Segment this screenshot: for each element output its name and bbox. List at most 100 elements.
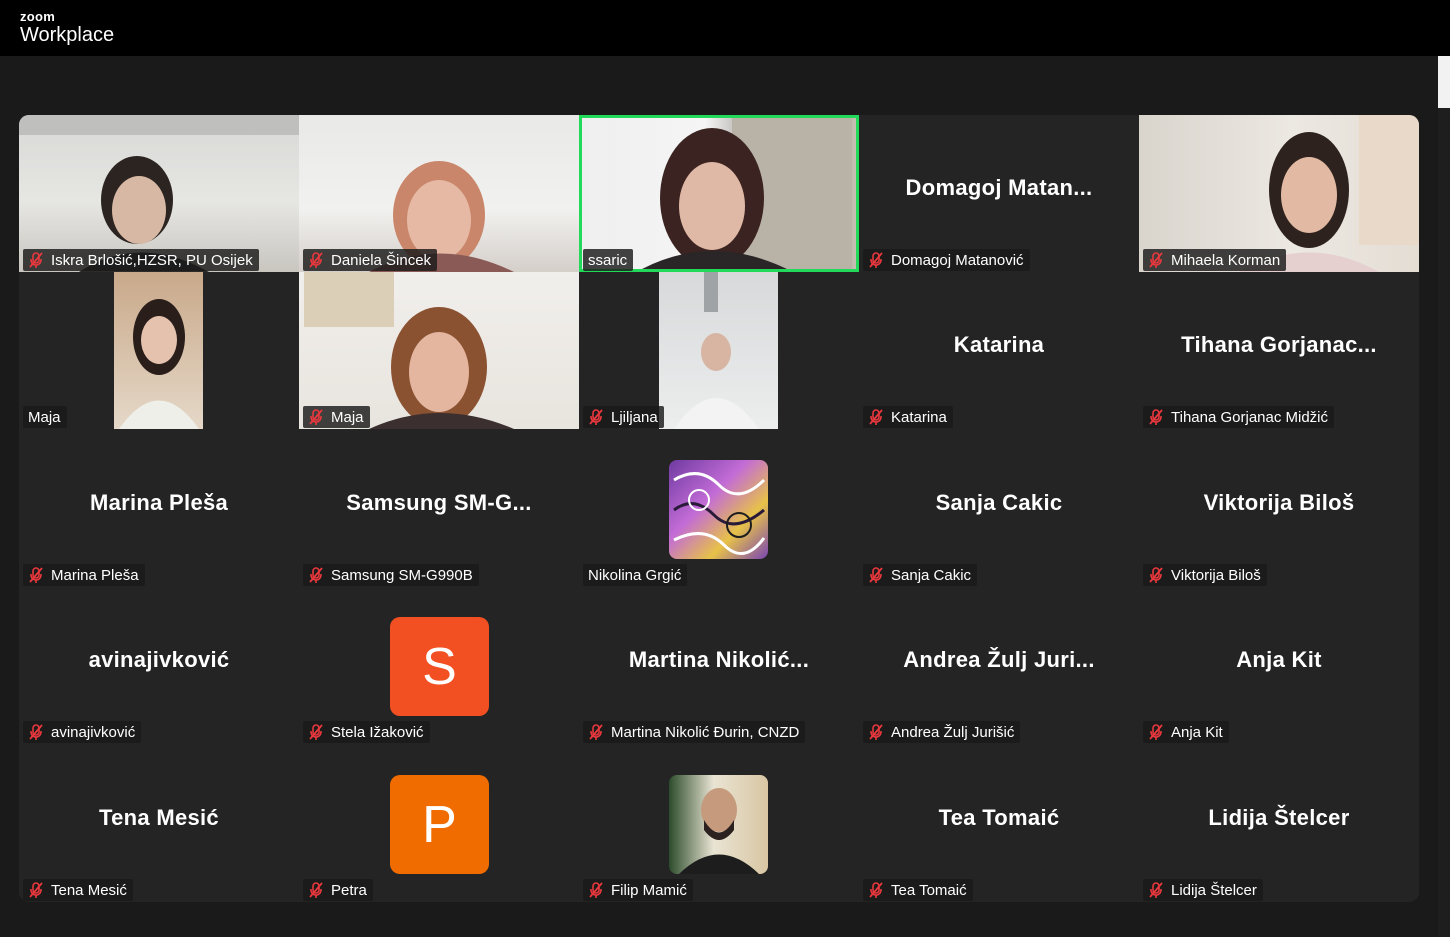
participant-video-silhouette — [674, 272, 759, 429]
title-bar: zoom Workplace — [0, 0, 1450, 56]
video-feed — [582, 118, 856, 269]
participant-name: Nikolina Grgić — [588, 566, 682, 584]
participant-name-tag: Mihaela Korman — [1143, 249, 1287, 271]
muted-mic-icon — [587, 723, 605, 741]
participant-name: Stela Ižaković — [331, 723, 424, 741]
muted-mic-icon — [867, 881, 885, 899]
participant-tile[interactable]: Tihana Gorjanac... Tihana Gorjanac Midži… — [1139, 272, 1419, 429]
participant-name: Iskra Brlošić,HZSR, PU Osijek — [51, 251, 253, 269]
participant-name-tag: Viktorija Biloš — [1143, 564, 1267, 586]
muted-mic-icon — [1147, 408, 1165, 426]
participant-name: ssaric — [588, 251, 628, 269]
muted-mic-icon — [587, 881, 605, 899]
participant-name-tag: avinajivković — [23, 721, 142, 743]
participant-tile[interactable]: Katarina Katarina — [859, 272, 1139, 429]
initial-avatar: S — [390, 617, 489, 716]
participant-name: Ljiljana — [611, 408, 658, 426]
participant-tile[interactable]: Maja — [19, 272, 299, 429]
participant-name-tag: Lidija Štelcer — [1143, 879, 1263, 901]
participant-name-tag: Katarina — [863, 406, 953, 428]
participant-name-tag: Andrea Žulj Jurišić — [863, 721, 1021, 743]
participant-name-tag: Tihana Gorjanac Midžić — [1143, 406, 1335, 428]
participant-name: Lidija Štelcer — [1171, 881, 1257, 899]
initial-avatar: P — [390, 775, 489, 874]
participant-name-tag: Petra — [303, 879, 373, 901]
participant-tile-active-speaker[interactable]: ssaric — [579, 115, 859, 272]
participant-display-name: Katarina — [953, 332, 1045, 357]
participant-tile[interactable]: avinajivković avinajivković — [19, 587, 299, 744]
muted-mic-icon — [1147, 881, 1165, 899]
participant-name-tag: Daniela Šincek — [303, 249, 438, 271]
participant-display-name: Anja Kit — [1236, 647, 1322, 672]
video-feed — [659, 272, 778, 429]
participant-name-tag: Samsung SM-G990B — [303, 564, 479, 586]
participant-display-name: Lidija Štelcer — [1208, 805, 1350, 830]
profile-picture — [669, 460, 768, 559]
scrollbar-track[interactable] — [1438, 56, 1450, 937]
participant-name-tag: Stela Ižaković — [303, 721, 430, 743]
participant-name: avinajivković — [51, 723, 136, 741]
participant-name: Tea Tomaić — [891, 881, 967, 899]
participant-name-tag: Anja Kit — [1143, 721, 1229, 743]
participant-tile[interactable]: Andrea Žulj Juri... Andrea Žulj Jurišić — [859, 587, 1139, 744]
participant-tile[interactable]: Domagoj Matan... Domagoj Matanović — [859, 115, 1139, 272]
muted-mic-icon — [867, 566, 885, 584]
gallery-view: Iskra Brlošić,HZSR, PU Osijek Daniela Ši… — [19, 115, 1419, 902]
participant-name: Tihana Gorjanac Midžić — [1171, 408, 1329, 426]
participant-name: Sanja Cakic — [891, 566, 972, 584]
participant-display-name: Andrea Žulj Juri... — [903, 647, 1095, 672]
participant-tile[interactable]: S Stela Ižaković — [299, 587, 579, 744]
muted-mic-icon — [867, 251, 885, 269]
muted-mic-icon — [1147, 566, 1165, 584]
muted-mic-icon — [307, 251, 325, 269]
muted-mic-icon — [307, 566, 325, 584]
participant-name: Domagoj Matanović — [891, 251, 1024, 269]
participant-tile[interactable]: P Petra — [299, 745, 579, 902]
video-feed — [114, 272, 203, 429]
participant-tile[interactable]: Nikolina Grgić — [579, 430, 859, 587]
participant-tile[interactable]: Maja — [299, 272, 579, 429]
participant-name-tag: Marina Pleša — [23, 564, 145, 586]
participant-display-name: Marina Pleša — [89, 490, 229, 515]
participant-tile[interactable]: Viktorija Biloš Viktorija Biloš — [1139, 430, 1419, 587]
participant-name: Andrea Žulj Jurišić — [891, 723, 1015, 741]
participant-name: Marina Pleša — [51, 566, 139, 584]
participant-display-name: Tena Mesić — [99, 805, 219, 830]
participant-tile[interactable]: Tena Mesić Tena Mesić — [19, 745, 299, 902]
participant-name: Maja — [331, 408, 364, 426]
participant-video-silhouette — [119, 299, 199, 429]
profile-picture — [669, 775, 768, 874]
participant-name-tag: Domagoj Matanović — [863, 249, 1030, 271]
participant-tile[interactable]: Mihaela Korman — [1139, 115, 1419, 272]
muted-mic-icon — [27, 251, 45, 269]
abstract-art-icon — [673, 472, 766, 555]
participant-name: Katarina — [891, 408, 947, 426]
participant-tile[interactable]: Ljiljana — [579, 272, 859, 429]
participant-name-tag: Nikolina Grgić — [583, 564, 688, 586]
muted-mic-icon — [867, 408, 885, 426]
muted-mic-icon — [1147, 723, 1165, 741]
participant-tile[interactable]: Martina Nikolić... Martina Nikolić Đurin… — [579, 587, 859, 744]
participant-name: Samsung SM-G990B — [331, 566, 473, 584]
participant-name-tag: Maja — [23, 406, 67, 428]
participant-tile[interactable]: Lidija Štelcer Lidija Štelcer — [1139, 745, 1419, 902]
participant-tile[interactable]: Tea Tomaić Tea Tomaić — [859, 745, 1139, 902]
app-title: Workplace — [20, 24, 115, 46]
participant-tile[interactable]: Iskra Brlošić,HZSR, PU Osijek — [19, 115, 299, 272]
muted-mic-icon — [27, 881, 45, 899]
participant-tile[interactable]: Daniela Šincek — [299, 115, 579, 272]
participant-tile[interactable]: Filip Mamić — [579, 745, 859, 902]
participant-tile[interactable]: Marina Pleša Marina Pleša — [19, 430, 299, 587]
participant-name-tag: Ljiljana — [583, 406, 664, 428]
scrollbar-thumb[interactable] — [1438, 56, 1450, 108]
participant-tile[interactable]: Samsung SM-G... Samsung SM-G990B — [299, 430, 579, 587]
participant-display-name: Tea Tomaić — [938, 805, 1060, 830]
participant-name-tag: ssaric — [583, 249, 634, 271]
muted-mic-icon — [867, 723, 885, 741]
participant-name-tag: Sanja Cakic — [863, 564, 978, 586]
participant-tile[interactable]: Anja Kit Anja Kit — [1139, 587, 1419, 744]
participant-tile[interactable]: Sanja Cakic Sanja Cakic — [859, 430, 1139, 587]
participant-display-name: Tihana Gorjanac... — [1181, 332, 1377, 357]
participant-name: Daniela Šincek — [331, 251, 432, 269]
participant-name: Viktorija Biloš — [1171, 566, 1261, 584]
